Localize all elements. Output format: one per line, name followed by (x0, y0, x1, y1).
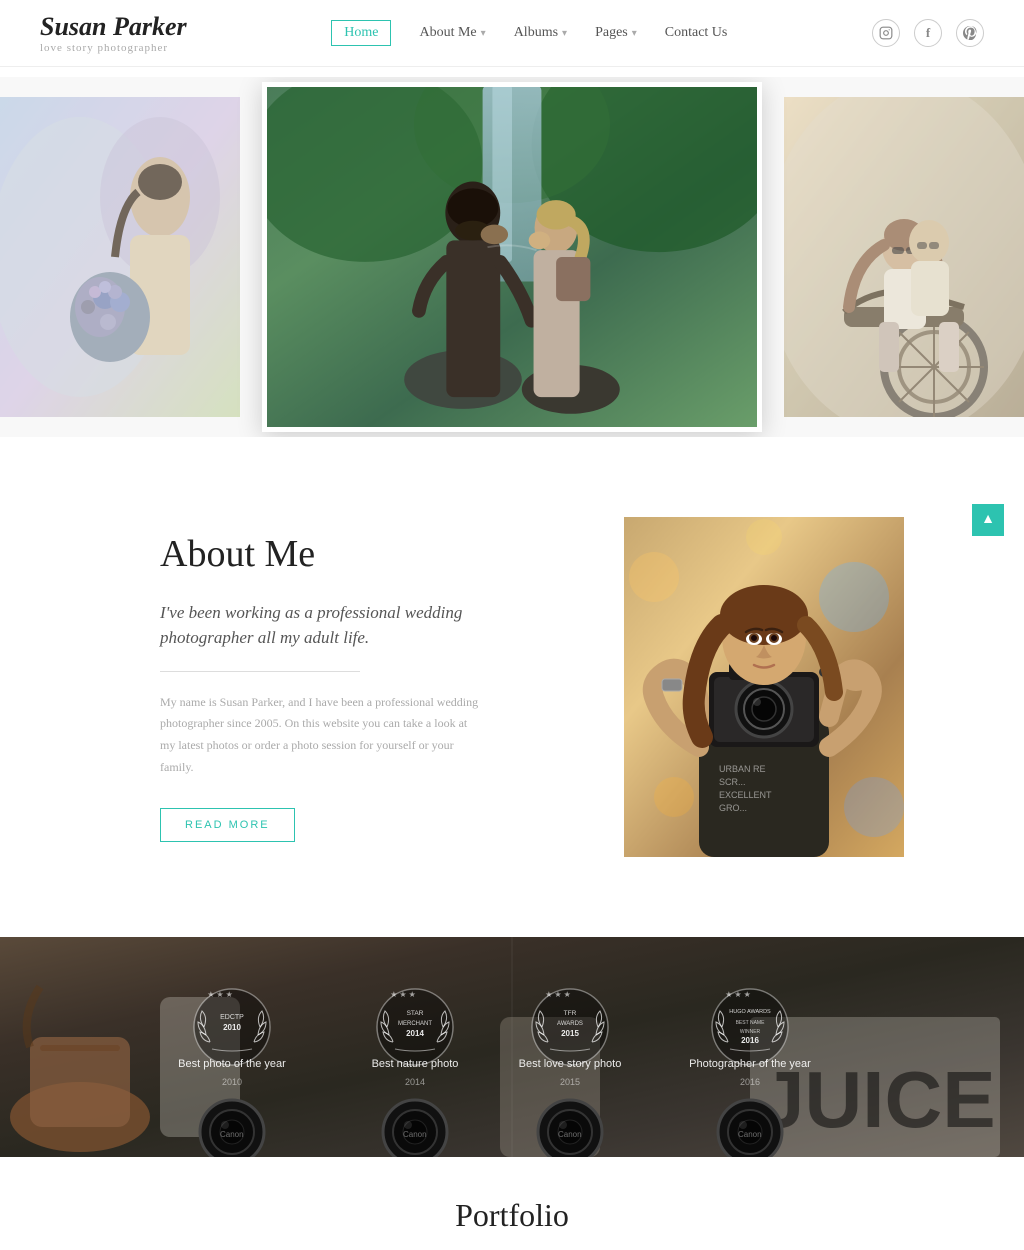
svg-text:★ ★ ★: ★ ★ ★ (390, 990, 416, 999)
svg-text:WINNER: WINNER (740, 1029, 761, 1035)
about-title: About Me (160, 532, 480, 576)
hero-slide-left (0, 97, 240, 417)
svg-text:GRO...: GRO... (719, 803, 747, 813)
svg-text:HUGO AWARDS: HUGO AWARDS (729, 1009, 771, 1015)
instagram-icon[interactable] (872, 19, 900, 47)
svg-text:BEST NAME: BEST NAME (736, 1020, 765, 1026)
awards-section: JUICE Canon Canon Canon C (0, 937, 1024, 1157)
svg-text:2010: 2010 (223, 1023, 241, 1032)
svg-text:Canon: Canon (403, 1130, 427, 1139)
hero-slide-center (262, 82, 762, 432)
about-arrow: ▾ (481, 28, 486, 39)
svg-text:Canon: Canon (558, 1130, 582, 1139)
logo[interactable]: Susan Parker love story photographer (40, 12, 187, 54)
svg-text:Best nature photo: Best nature photo (372, 1058, 459, 1070)
svg-text:Best photo of the year: Best photo of the year (178, 1058, 286, 1070)
about-text: About Me I've been working as a professi… (160, 532, 480, 842)
svg-text:STAR: STAR (407, 1010, 424, 1017)
photographer-image: URBAN RE SCR... EXCELLENT GRO... (624, 517, 904, 857)
svg-text:Canon: Canon (220, 1130, 244, 1139)
svg-text:2014: 2014 (406, 1029, 424, 1038)
facebook-letter: f (926, 25, 930, 41)
social-icons: f (872, 19, 984, 47)
site-name: Susan Parker (40, 12, 187, 42)
nav-about[interactable]: About Me ▾ (419, 25, 485, 41)
svg-text:2015: 2015 (561, 1029, 579, 1038)
about-section: About Me I've been working as a professi… (0, 437, 1024, 937)
svg-text:Best love story photo: Best love story photo (519, 1058, 622, 1070)
read-more-button[interactable]: READ MORE (160, 808, 295, 842)
about-body: My name is Susan Parker, and I have been… (160, 692, 480, 778)
nav-pages[interactable]: Pages ▾ (595, 25, 637, 41)
svg-text:2014: 2014 (405, 1077, 425, 1087)
svg-text:EXCELLENT: EXCELLENT (719, 790, 772, 800)
svg-text:URBAN RE: URBAN RE (719, 764, 766, 774)
pinterest-icon[interactable] (956, 19, 984, 47)
svg-text:SCR...: SCR... (719, 777, 746, 787)
hero-carousel (0, 77, 1024, 437)
svg-text:Canon: Canon (738, 1130, 762, 1139)
hero-slide-right (784, 97, 1024, 417)
svg-text:Photographer of the year: Photographer of the year (689, 1058, 811, 1070)
svg-text:EDCTP: EDCTP (220, 1014, 244, 1021)
pages-arrow: ▾ (632, 28, 637, 39)
svg-text:TFR: TFR (564, 1010, 577, 1017)
site-tagline: love story photographer (40, 42, 168, 54)
nav-contact[interactable]: Contact Us (665, 25, 728, 41)
portfolio-section-title: Portfolio (0, 1157, 1024, 1244)
albums-arrow: ▾ (562, 28, 567, 39)
svg-text:★ ★ ★: ★ ★ ★ (545, 990, 571, 999)
about-divider (160, 671, 360, 672)
nav-links: Home About Me ▾ Albums ▾ Pages ▾ Contact… (331, 20, 727, 46)
svg-text:AWARDS: AWARDS (557, 1021, 583, 1027)
svg-text:2010: 2010 (222, 1077, 242, 1087)
svg-text:★ ★ ★: ★ ★ ★ (725, 990, 751, 999)
svg-text:2015: 2015 (560, 1077, 580, 1087)
portfolio-label: Portfolio (455, 1197, 569, 1233)
nav-home[interactable]: Home (331, 20, 391, 46)
svg-text:2016: 2016 (740, 1077, 760, 1087)
motorcycle-image (784, 97, 1024, 417)
flowers-image (0, 97, 240, 417)
waterfall-image (267, 87, 757, 427)
navigation: Susan Parker love story photographer Hom… (0, 0, 1024, 67)
back-to-top-button[interactable]: ▲ (972, 504, 1004, 536)
svg-text:★ ★ ★: ★ ★ ★ (207, 990, 233, 999)
facebook-icon[interactable]: f (914, 19, 942, 47)
about-tagline: I've been working as a professional wedd… (160, 600, 480, 651)
svg-text:MERCHANT: MERCHANT (398, 1021, 432, 1027)
nav-albums[interactable]: Albums ▾ (514, 25, 567, 41)
about-image: URBAN RE SCR... EXCELLENT GRO... (624, 517, 904, 857)
awards-background: JUICE Canon Canon Canon C (0, 937, 1024, 1157)
svg-text:2016: 2016 (741, 1036, 759, 1045)
